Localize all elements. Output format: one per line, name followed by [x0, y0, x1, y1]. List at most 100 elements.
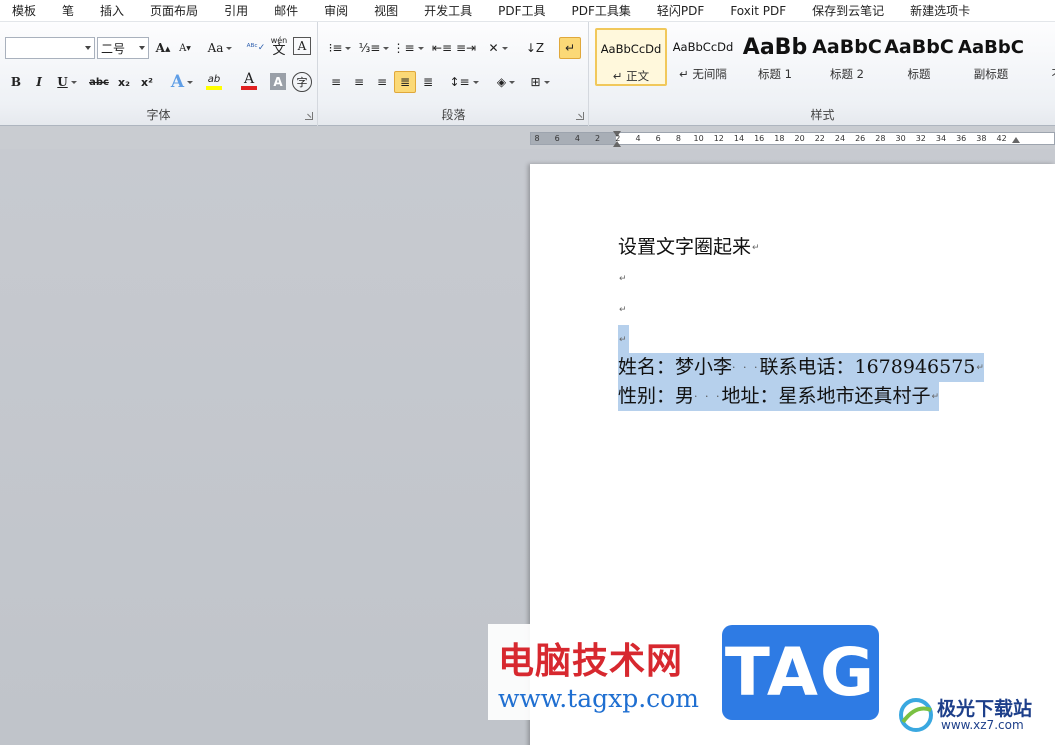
ruler-tick-label: 42 [996, 134, 1007, 143]
style-tile[interactable]: 不明 [1027, 28, 1055, 86]
empty-paragraph[interactable]: ↵ [618, 299, 627, 320]
subscript-button[interactable]: x₂ [113, 71, 135, 93]
menu-tab[interactable]: 审阅 [311, 0, 361, 22]
show-marks-button[interactable]: ↵ [559, 37, 581, 59]
style-tile[interactable]: AaBbC 标题 [883, 28, 955, 86]
menu-tab[interactable]: 视图 [361, 0, 411, 22]
paragraph-dialog-launcher-icon[interactable] [576, 112, 584, 120]
char-border-button[interactable]: A [293, 37, 311, 55]
shading-button[interactable]: ◈ [491, 71, 521, 93]
borders-button[interactable]: ⊞ [525, 71, 555, 93]
style-tile[interactable]: AaBb 标题 1 [739, 28, 811, 86]
style-sample: AaBbC [958, 36, 1024, 58]
ruler-tick-label: 8 [534, 134, 540, 143]
style-name: 不明 [1027, 66, 1055, 82]
ruler-tick-label: 30 [895, 134, 906, 143]
chinese-layout-icon: ✕ [488, 41, 499, 55]
font-color-button[interactable]: A [234, 71, 264, 93]
menu-tab[interactable]: 插入 [87, 0, 137, 22]
text-effects-button[interactable]: A [168, 71, 196, 93]
ruler-tick-label: 38 [976, 134, 987, 143]
menu-tab[interactable]: PDF工具集 [559, 0, 644, 22]
style-tile[interactable]: AaBbC 标题 2 [811, 28, 883, 86]
ruler-tick-label: 16 [754, 134, 765, 143]
spell-check-button[interactable]: ᴬᴮᶜ✓ [245, 37, 267, 59]
ruler-tick-label: 4 [635, 134, 641, 143]
ruler-tick-label: 18 [774, 134, 785, 143]
font-dialog-launcher-icon[interactable] [305, 112, 313, 120]
change-case-button[interactable]: Aa [205, 37, 235, 59]
menu-tab[interactable]: 邮件 [261, 0, 311, 22]
grow-font-button[interactable]: A ▲ [152, 37, 174, 59]
style-tile[interactable]: AaBbCcDd ↵ 正文 [595, 28, 667, 86]
distributed-button[interactable]: ≣ [417, 71, 439, 93]
underline-button[interactable]: U [52, 71, 82, 93]
change-case-icon: Aa [207, 41, 224, 55]
decrease-indent-button[interactable]: ⇤≡ [431, 37, 453, 59]
strikethrough-button[interactable]: abc [86, 71, 112, 93]
style-sample: AaBbCcDd [600, 42, 662, 56]
paragraph-mark-icon: ↵ [619, 305, 627, 315]
menu-tab[interactable]: 笔 [49, 0, 87, 22]
ruler-left-margin [531, 133, 616, 144]
chevron-down-icon[interactable] [85, 46, 91, 50]
paragraph-group: ⁝≡ ⅓≡ ⋮≡ ⇤≡ ≡⇥ ✕ ↓Z ↵ ≡ ≡ ≡ ≣ ≣ ↕≡ ◈ ⊞ 段… [319, 22, 589, 126]
selected-line-gender-address[interactable]: 性别：男· · ·地址：星系地市还真村子↵ [618, 382, 940, 411]
char-shading-button[interactable]: A [270, 73, 286, 90]
ruler-tick-label: 28 [875, 134, 886, 143]
sort-button[interactable]: ↓Z [524, 37, 546, 59]
menu-tab[interactable]: 新建选项卡 [897, 0, 983, 22]
highlight-button[interactable]: ab [198, 71, 230, 93]
italic-button[interactable]: I [28, 71, 50, 93]
numbering-button[interactable]: ⅓≡ [358, 37, 390, 59]
selected-empty-paragraph[interactable]: ↵ [618, 325, 629, 354]
title-paragraph[interactable]: 设置文字圈起来↵ [618, 233, 760, 262]
align-center-icon: ≡ [353, 75, 365, 89]
font-size-combo[interactable]: 二号 [97, 37, 149, 59]
align-left-button[interactable]: ≡ [325, 71, 347, 93]
chinese-layout-button[interactable]: ✕ [483, 37, 513, 59]
justify-button[interactable]: ≣ [394, 71, 416, 93]
multilevel-list-button[interactable]: ⋮≡ [392, 37, 424, 59]
phone-text: 联系电话：1678946575 [759, 356, 976, 378]
superscript-button[interactable]: x² [136, 71, 158, 93]
watermark-url: www.tagxp.com [498, 684, 699, 713]
numbered-list-icon: ⅓≡ [358, 41, 381, 55]
enclose-char-button[interactable]: 字 [292, 72, 312, 92]
line-spacing-button[interactable]: ↕≡ [449, 71, 479, 93]
menu-tab[interactable]: 保存到云笔记 [799, 0, 897, 22]
shrink-font-icon: A [179, 42, 187, 54]
style-sample [1027, 28, 1055, 66]
style-tile[interactable]: AaBbC 副标题 [955, 28, 1027, 86]
selected-line-name-phone[interactable]: 姓名：梦小李· · ·联系电话：1678946575↵ [618, 353, 984, 382]
char-border-icon: A [297, 39, 307, 53]
align-center-button[interactable]: ≡ [348, 71, 370, 93]
ruler-tick-label: 6 [655, 134, 661, 143]
address-text: 地址：星系地市还真村子 [721, 385, 931, 407]
ruler-tick-label: 2 [615, 134, 621, 143]
phonetic-guide-button[interactable]: wén 文 [268, 35, 290, 57]
grow-font-icon: A [155, 41, 165, 55]
menu-tab[interactable]: 引用 [211, 0, 261, 22]
menu-tab[interactable]: 开发工具 [411, 0, 485, 22]
menu-tab[interactable]: 模板 [0, 0, 49, 22]
increase-indent-button[interactable]: ≡⇥ [455, 37, 477, 59]
menu-tab[interactable]: 页面布局 [137, 0, 211, 22]
empty-paragraph[interactable]: ↵ [618, 268, 627, 289]
bullets-button[interactable]: ⁝≡ [325, 37, 355, 59]
menu-tab[interactable]: 轻闪PDF [644, 0, 717, 22]
tag-logo: TAG [722, 625, 879, 720]
right-indent-marker[interactable] [1012, 137, 1020, 143]
bold-button[interactable]: B [5, 71, 27, 93]
menu-tab[interactable]: Foxit PDF [717, 0, 799, 22]
shrink-font-button[interactable]: A ▼ [174, 37, 196, 59]
menu-tab[interactable]: PDF工具 [485, 0, 558, 22]
align-right-button[interactable]: ≡ [371, 71, 393, 93]
text-effects-icon: A [170, 72, 185, 92]
increase-indent-icon: ≡⇥ [455, 41, 477, 55]
horizontal-ruler[interactable]: 8 6 4 2 2 4 6 8 10 12 14 16 18 20 22 24 26 28 30 32 34 36 38 42 [530, 131, 1055, 147]
font-name-combo[interactable] [5, 37, 95, 59]
style-tile[interactable]: AaBbCcDd ↵ 无间隔 [667, 28, 739, 86]
chevron-down-icon[interactable] [139, 46, 145, 50]
style-name: 标题 2 [830, 67, 864, 81]
